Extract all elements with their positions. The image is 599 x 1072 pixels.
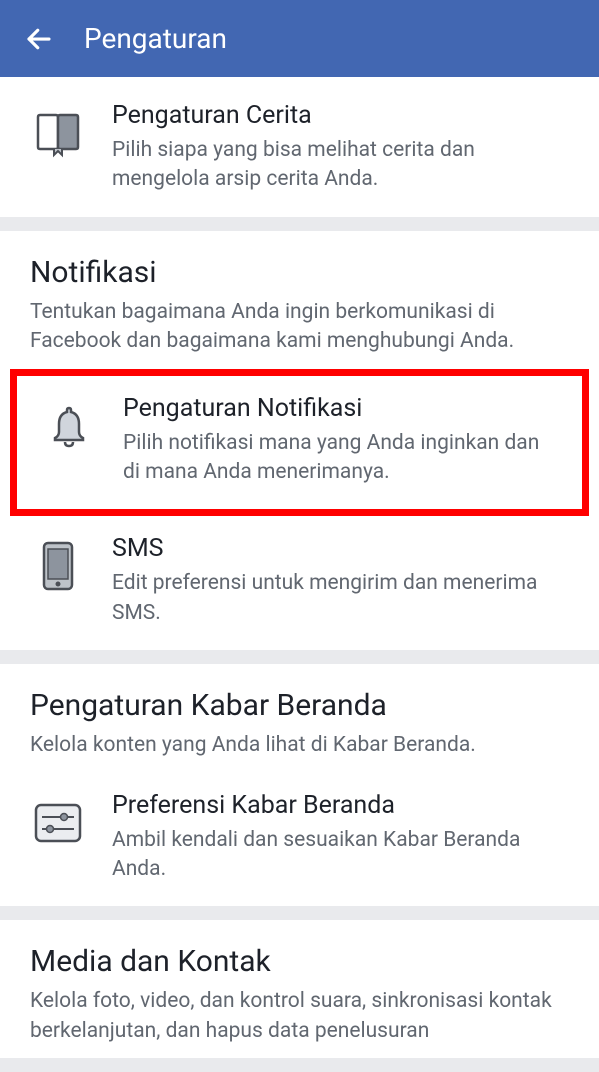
section-header: Media dan Kontak Kelola foto, video, dan… xyxy=(0,920,599,1058)
app-header: Pengaturan xyxy=(0,0,599,77)
item-newsfeed-prefs[interactable]: Preferensi Kabar Beranda Ambil kendali d… xyxy=(0,773,599,907)
item-title: Preferensi Kabar Beranda xyxy=(112,791,569,820)
item-desc: Pilih siapa yang bisa melihat cerita dan… xyxy=(112,136,569,195)
section-desc: Kelola konten yang Anda lihat di Kabar B… xyxy=(30,731,569,760)
item-title: Pengaturan Notifikasi xyxy=(123,394,558,423)
item-desc: Edit preferensi untuk mengirim dan mener… xyxy=(112,569,569,628)
item-desc: Pilih notifikasi mana yang Anda inginkan… xyxy=(123,429,558,488)
item-story-settings[interactable]: Pengaturan Cerita Pilih siapa yang bisa … xyxy=(0,83,599,217)
arrow-left-icon xyxy=(24,24,54,54)
item-notification-settings[interactable]: Pengaturan Notifikasi Pilih notifikasi m… xyxy=(10,369,589,517)
section-desc: Kelola foto, video, dan kontrol suara, s… xyxy=(30,987,569,1046)
section-title: Media dan Kontak xyxy=(30,944,569,979)
item-title: SMS xyxy=(112,534,569,563)
section-story: Pengaturan Cerita Pilih siapa yang bisa … xyxy=(0,77,599,217)
bell-icon xyxy=(41,398,97,454)
section-title: Notifikasi xyxy=(30,255,569,290)
item-title: Pengaturan Cerita xyxy=(112,101,569,130)
item-content: Pengaturan Notifikasi Pilih notifikasi m… xyxy=(123,394,558,488)
section-media: Media dan Kontak Kelola foto, video, dan… xyxy=(0,920,599,1058)
section-header: Notifikasi Tentukan bagaimana Anda ingin… xyxy=(0,231,599,369)
item-content: Pengaturan Cerita Pilih siapa yang bisa … xyxy=(112,101,569,195)
section-desc: Tentukan bagaimana Anda ingin berkomunik… xyxy=(30,298,569,357)
item-desc: Ambil kendali dan sesuaikan Kabar Berand… xyxy=(112,826,569,885)
section-newsfeed: Pengaturan Kabar Beranda Kelola konten y… xyxy=(0,664,599,906)
phone-icon xyxy=(30,538,86,594)
back-button[interactable] xyxy=(18,16,64,62)
section-header: Pengaturan Kabar Beranda Kelola konten y… xyxy=(0,664,599,772)
item-content: SMS Edit preferensi untuk mengirim dan m… xyxy=(112,534,569,628)
section-title: Pengaturan Kabar Beranda xyxy=(30,688,569,723)
book-icon xyxy=(30,105,86,161)
sliders-icon xyxy=(30,795,86,851)
item-content: Preferensi Kabar Beranda Ambil kendali d… xyxy=(112,791,569,885)
section-notifications: Notifikasi Tentukan bagaimana Anda ingin… xyxy=(0,231,599,650)
page-title: Pengaturan xyxy=(84,22,227,55)
item-sms[interactable]: SMS Edit preferensi untuk mengirim dan m… xyxy=(0,516,599,650)
